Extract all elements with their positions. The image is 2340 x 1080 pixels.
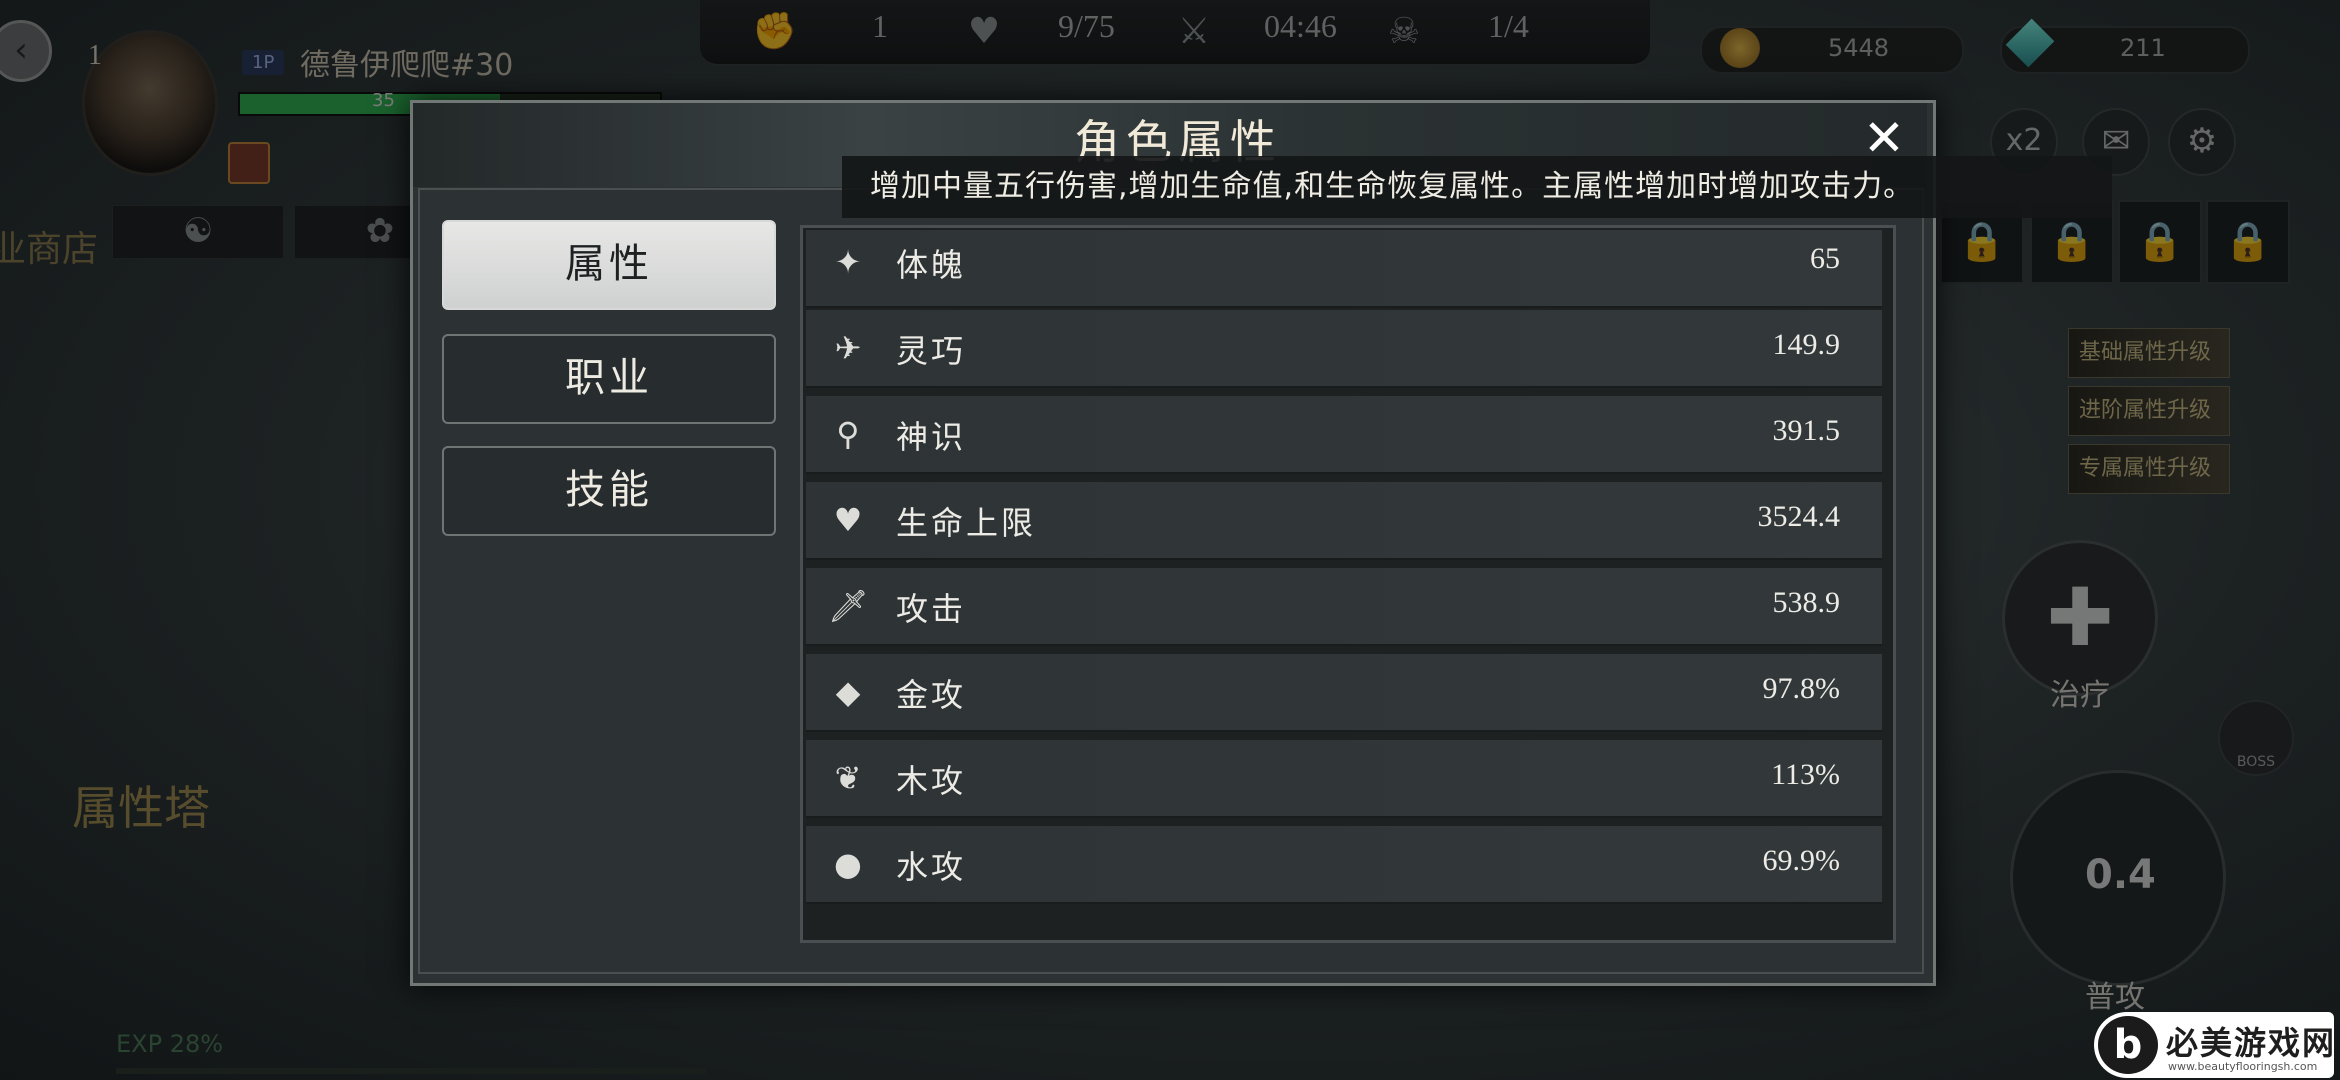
player-name: 德鲁伊爬爬#30	[300, 48, 514, 83]
attribute-tooltip: 增加中量五行伤害,增加生命值,和生命恢复属性。主属性增加时增加攻击力。	[842, 156, 2112, 218]
attribute-label: 生命上限	[896, 504, 1037, 542]
player-avatar[interactable]	[82, 30, 218, 176]
boss-button[interactable]: BOSS	[2218, 700, 2294, 776]
back-button[interactable]: ‹	[0, 20, 52, 82]
sword-icon: 🗡	[828, 587, 869, 625]
attack-label: 普攻	[2085, 980, 2145, 1015]
leaf-icon: ❦	[834, 759, 862, 797]
spirit-icon: ⚲	[836, 415, 860, 453]
side-tab-advanced-upgrade[interactable]: 进阶属性升级	[2068, 386, 2230, 436]
attribute-label: 攻击	[896, 590, 967, 628]
settings-gear-icon[interactable]: ⚙	[2168, 108, 2236, 176]
player-tag: 1P	[242, 50, 285, 75]
physique-icon: ✦	[834, 243, 862, 281]
crossed-swords-icon: ⚔	[1177, 11, 1211, 52]
exp-bar	[116, 1068, 706, 1074]
gem-count: 211	[2120, 34, 2166, 62]
match-timer: 04:46	[1264, 8, 1337, 44]
fist-icon: ✊	[752, 11, 797, 52]
locked-slot-icon[interactable]: 🔒	[2118, 200, 2202, 284]
agility-icon: ✈	[834, 329, 862, 367]
heartbeat-icon: ♥	[967, 11, 1001, 52]
attribute-value: 391.5	[1772, 414, 1841, 447]
demon-mask-icon: ☠	[1387, 11, 1421, 52]
attribute-label: 体魄	[896, 246, 967, 284]
locked-slot-icon[interactable]: 🔒	[2206, 200, 2290, 284]
buff-badge-icon[interactable]	[228, 142, 270, 184]
attribute-label: 木攻	[896, 762, 967, 800]
shop-label: 业商店	[0, 229, 99, 270]
attribute-tower-label: 属性塔	[72, 781, 210, 835]
tab-profession[interactable]: 职业	[442, 334, 776, 424]
shop-slot-icon[interactable]: ☯	[112, 205, 284, 259]
tab-skills[interactable]: 技能	[442, 446, 776, 536]
attribute-label: 神识	[896, 418, 967, 456]
attribute-value: 149.9	[1772, 328, 1841, 361]
attribute-value: 65	[1810, 242, 1840, 275]
attribute-value: 97.8%	[1762, 672, 1841, 705]
attribute-label: 灵巧	[896, 332, 967, 370]
stat-value: 1/4	[1488, 8, 1529, 44]
tab-attributes[interactable]: 属性	[442, 220, 776, 310]
side-tab-basic-upgrade[interactable]: 基础属性升级	[2068, 328, 2230, 378]
attribute-value: 538.9	[1772, 586, 1841, 619]
watermark-url: www.beautyflooringsh.com	[2168, 1060, 2318, 1073]
player-level: 1	[88, 40, 102, 71]
metal-icon: ◆	[835, 673, 861, 711]
coin-icon	[1720, 28, 1760, 68]
attribute-label: 金攻	[896, 676, 967, 714]
coin-count: 5448	[1828, 34, 1890, 62]
heal-label: 治疗	[2050, 678, 2110, 713]
attribute-label: 水攻	[896, 848, 967, 886]
stat-value: 9/75	[1058, 8, 1115, 44]
attribute-value: 3524.4	[1757, 500, 1841, 533]
watermark-logo: b	[2098, 1016, 2158, 1074]
attribute-value: 69.9%	[1762, 844, 1841, 877]
side-tab-special-upgrade[interactable]: 专属属性升级	[2068, 444, 2230, 494]
exp-label: EXP 28%	[116, 1030, 224, 1058]
heart-icon: ♥	[833, 501, 863, 539]
water-drop-icon: ●	[834, 845, 862, 883]
attack-cooldown: 0.4	[2085, 852, 2156, 898]
watermark-title: 必美游戏网	[2166, 1024, 2337, 1062]
hp-text: 35	[372, 90, 395, 111]
stat-value: 1	[872, 8, 888, 44]
attribute-value: 113%	[1771, 758, 1840, 791]
